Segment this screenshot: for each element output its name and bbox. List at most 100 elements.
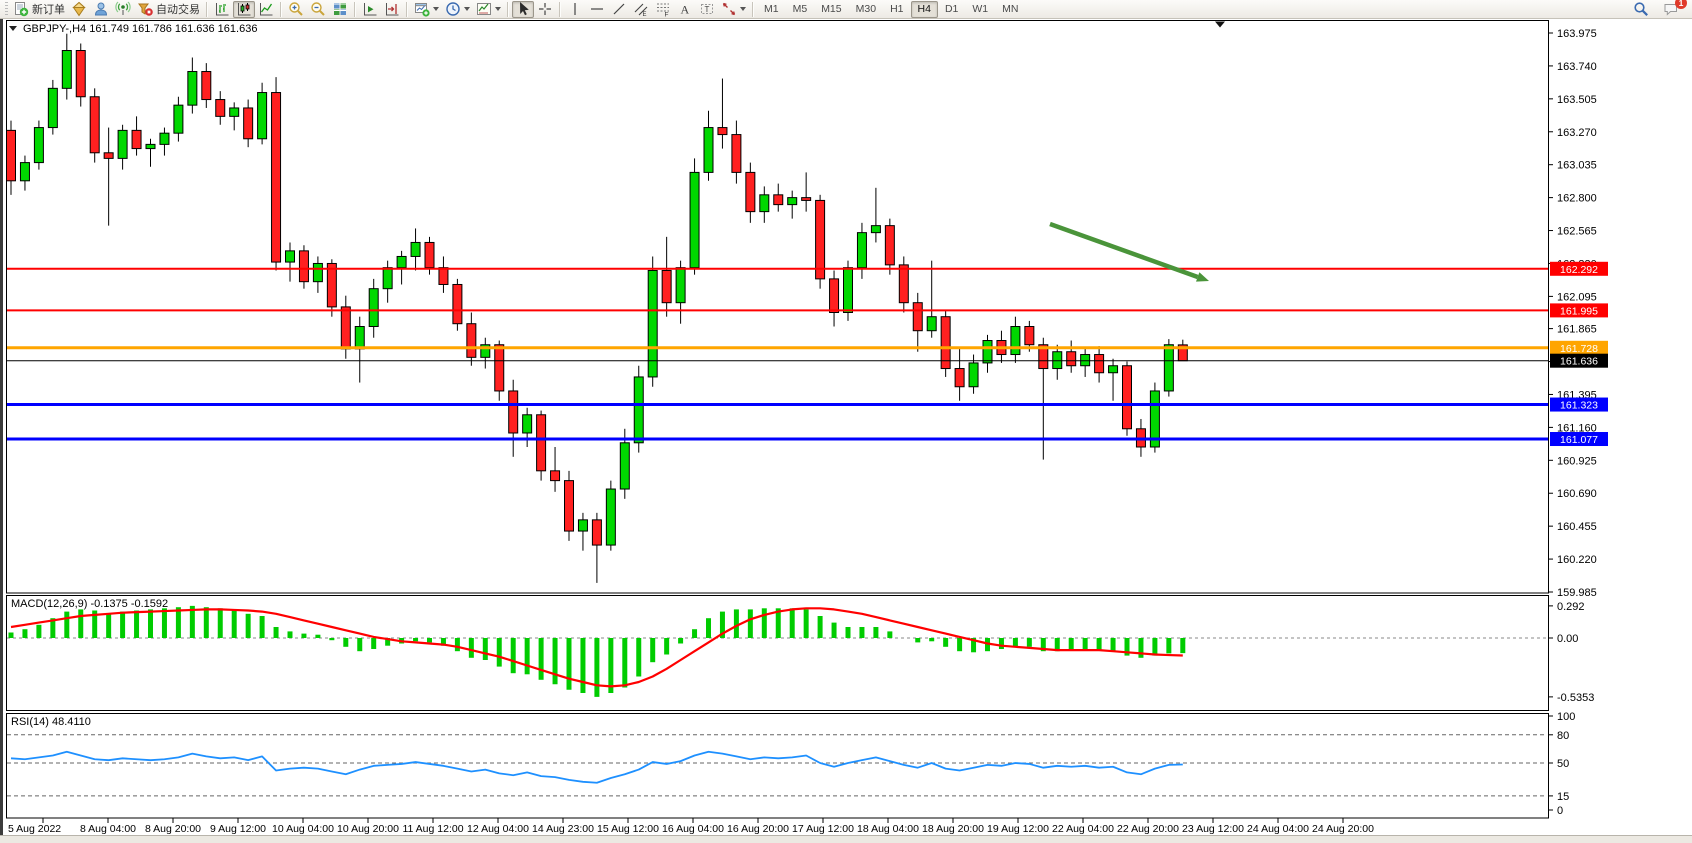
svg-text:E: E bbox=[643, 12, 647, 17]
candle bbox=[676, 268, 685, 303]
line-chart-icon bbox=[258, 1, 274, 17]
time-tick-label: 5 Aug 2022 bbox=[8, 823, 61, 835]
market-watch-button[interactable] bbox=[68, 1, 90, 18]
candle bbox=[439, 268, 448, 285]
candle bbox=[369, 289, 378, 327]
crosshair-button[interactable] bbox=[534, 1, 556, 18]
timeframe-w1-button[interactable]: W1 bbox=[965, 1, 995, 18]
candle bbox=[202, 72, 211, 100]
arrows-button[interactable] bbox=[718, 1, 749, 18]
candle bbox=[411, 242, 420, 256]
time-tick-label: 8 Aug 04:00 bbox=[80, 823, 136, 835]
candle bbox=[606, 489, 615, 545]
new-chart-button[interactable] bbox=[411, 1, 442, 18]
time-tick-label: 18 Aug 20:00 bbox=[922, 823, 984, 835]
text-button[interactable]: A bbox=[674, 1, 696, 18]
line-chart-button[interactable] bbox=[255, 1, 277, 18]
horizontal-line-button[interactable] bbox=[586, 1, 608, 18]
vertical-line-icon bbox=[567, 1, 583, 17]
time-axis[interactable]: 5 Aug 20228 Aug 04:008 Aug 20:009 Aug 12… bbox=[8, 818, 1374, 835]
candle bbox=[885, 226, 894, 265]
timeframe-h4-button[interactable]: H4 bbox=[911, 1, 938, 18]
candle bbox=[244, 108, 253, 139]
chart-autoscroll-button[interactable] bbox=[359, 1, 381, 18]
templates-button[interactable] bbox=[473, 1, 504, 18]
time-tick-label: 18 Aug 04:00 bbox=[857, 823, 919, 835]
zoom-out-button[interactable] bbox=[307, 1, 329, 18]
price-tick-label: 162.800 bbox=[1557, 193, 1597, 205]
cursor-button[interactable] bbox=[512, 1, 534, 18]
signals-button[interactable] bbox=[112, 1, 134, 18]
price-chart[interactable]: 163.975163.740163.505163.270163.035162.8… bbox=[3, 19, 1692, 843]
signals-icon bbox=[115, 1, 131, 17]
svg-text:161.636: 161.636 bbox=[1560, 356, 1598, 368]
market-watch-icon bbox=[71, 1, 87, 17]
timeframe-m30-button[interactable]: M30 bbox=[849, 1, 883, 18]
dropdown-caret-icon bbox=[464, 7, 470, 11]
timeframe-m15-button[interactable]: M15 bbox=[814, 1, 848, 18]
candle bbox=[230, 108, 239, 116]
new-order-button[interactable]: 新订单 bbox=[10, 1, 68, 18]
time-tick-label: 14 Aug 23:00 bbox=[532, 823, 594, 835]
candle bbox=[620, 443, 629, 489]
time-tick-label: 8 Aug 20:00 bbox=[145, 823, 201, 835]
candle bbox=[592, 520, 601, 545]
candle bbox=[132, 130, 141, 148]
price-tick-label: 163.035 bbox=[1557, 160, 1597, 172]
rsi-axis[interactable]: 1008050150 bbox=[1548, 711, 1575, 817]
candle bbox=[48, 88, 57, 127]
price-tag-161.323: 161.323 bbox=[1550, 398, 1608, 412]
timeframe-m1-button[interactable]: M1 bbox=[757, 1, 786, 18]
timeframe-m5-button[interactable]: M5 bbox=[786, 1, 815, 18]
candle bbox=[830, 279, 839, 313]
price-tag-162.292: 162.292 bbox=[1550, 262, 1608, 276]
timeframe-d1-button[interactable]: D1 bbox=[938, 1, 965, 18]
svg-text:161.323: 161.323 bbox=[1560, 400, 1598, 412]
time-tick-label: 12 Aug 04:00 bbox=[467, 823, 529, 835]
time-tick-label: 22 Aug 20:00 bbox=[1117, 823, 1179, 835]
toolbar-grip bbox=[5, 2, 8, 16]
chart-shift-button[interactable] bbox=[381, 1, 403, 18]
candlestick-button[interactable] bbox=[233, 1, 255, 18]
candle bbox=[718, 128, 727, 135]
one-click-trading-icon[interactable] bbox=[9, 26, 17, 31]
tile-windows-icon bbox=[332, 1, 348, 17]
candle bbox=[551, 471, 560, 481]
status-bar bbox=[0, 835, 1692, 843]
fibonacci-button[interactable]: F bbox=[652, 1, 674, 18]
candle bbox=[565, 481, 574, 531]
candle bbox=[286, 251, 295, 262]
community-button[interactable] bbox=[90, 1, 112, 18]
vertical-line-button[interactable] bbox=[564, 1, 586, 18]
trendline-button[interactable] bbox=[608, 1, 630, 18]
candle bbox=[1095, 355, 1104, 373]
macd-axis[interactable]: 0.2920.00-0.5353 bbox=[1548, 601, 1594, 704]
channel-button[interactable]: E bbox=[630, 1, 652, 18]
candle bbox=[76, 51, 85, 97]
zoom-in-button[interactable] bbox=[285, 1, 307, 18]
price-tag-161.077: 161.077 bbox=[1550, 432, 1608, 446]
auto-trading-button[interactable]: 自动交易 bbox=[134, 1, 203, 18]
macd-tick-label: 0.00 bbox=[1557, 633, 1578, 645]
timeframe-h1-button[interactable]: H1 bbox=[883, 1, 910, 18]
toolbar-right-icons: 1 bbox=[1630, 1, 1682, 18]
candle bbox=[537, 415, 546, 471]
time-tick-label: 11 Aug 12:00 bbox=[402, 823, 463, 835]
candle bbox=[383, 268, 392, 289]
periods-button[interactable] bbox=[442, 1, 473, 18]
candle bbox=[453, 284, 462, 323]
text-label-button[interactable]: T bbox=[696, 1, 718, 18]
candle bbox=[1164, 345, 1173, 391]
price-tick-label: 160.220 bbox=[1557, 554, 1597, 566]
main-toolbar: 新订单 自动交易 EFAT M1M5M15M30H1H4D1W1MN 1 bbox=[0, 0, 1692, 19]
search-button[interactable] bbox=[1630, 1, 1652, 18]
bar-chart-button[interactable] bbox=[211, 1, 233, 18]
candle bbox=[1025, 327, 1034, 345]
timeframe-mn-button[interactable]: MN bbox=[995, 1, 1025, 18]
chat-button[interactable]: 1 bbox=[1660, 1, 1682, 18]
chart-shift-icon bbox=[384, 1, 400, 17]
price-axis[interactable]: 163.975163.740163.505163.270163.035162.8… bbox=[1548, 28, 1608, 599]
time-tick-label: 15 Aug 12:00 bbox=[597, 823, 659, 835]
time-tick-label: 16 Aug 04:00 bbox=[662, 823, 724, 835]
tile-windows-button[interactable] bbox=[329, 1, 351, 18]
